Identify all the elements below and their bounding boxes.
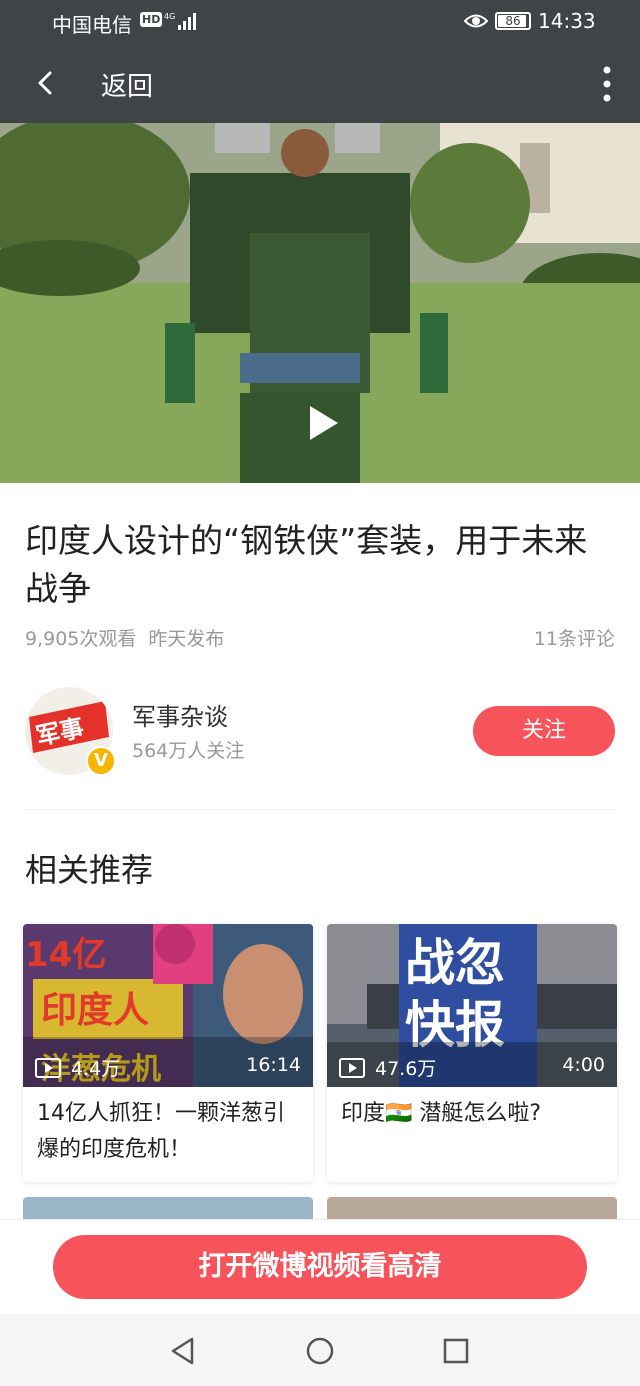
views-indicator: 47.6万	[339, 1054, 436, 1081]
play-icon[interactable]	[302, 403, 342, 443]
related-video-card[interactable]: 战忽 快报 47.6万 4:00 印度🇮🇳 潜艇怎么啦?	[327, 924, 617, 1182]
view-count: 9,905次观看	[25, 628, 137, 650]
back-arrow-icon[interactable]	[30, 66, 62, 100]
related-duration: 16:14	[246, 1054, 301, 1076]
navigation-bar: 返回	[0, 44, 640, 123]
status-bar: 中国电信 HD 4G 86 14:33	[0, 0, 640, 44]
open-app-button[interactable]: 打开微博视频看高清	[53, 1235, 587, 1299]
system-recents-icon[interactable]	[441, 1336, 471, 1366]
more-options-icon[interactable]	[596, 64, 618, 104]
carrier-label: 中国电信	[52, 13, 132, 37]
system-navigation-bar	[0, 1314, 640, 1386]
video-player[interactable]	[0, 123, 640, 483]
svg-text:印度人: 印度人	[41, 990, 149, 1031]
svg-text:4G: 4G	[164, 12, 175, 21]
video-meta: 9,905次观看 昨天发布	[25, 624, 224, 651]
related-views: 4.4万	[71, 1058, 121, 1080]
related-duration: 4:00	[562, 1054, 605, 1076]
battery-icon: 86	[495, 12, 531, 30]
signal-icon: 4G	[164, 12, 196, 30]
comment-count[interactable]: 11条评论	[534, 624, 615, 651]
follow-button[interactable]: 关注	[473, 706, 615, 756]
system-back-icon[interactable]	[168, 1336, 198, 1366]
svg-text:14亿: 14亿	[25, 935, 106, 975]
svg-text:战忽: 战忽	[405, 934, 505, 992]
battery-level: 86	[505, 14, 521, 28]
video-views-icon	[339, 1057, 365, 1078]
related-title: 14亿人抓狂！一颗洋葱引爆的印度危机！	[37, 1101, 285, 1162]
video-title: 印度人设计的“钢铁侠”套装，用于未来战争	[25, 521, 588, 608]
back-button[interactable]: 返回	[101, 66, 153, 103]
video-views-icon	[35, 1057, 61, 1078]
system-home-icon[interactable]	[305, 1336, 335, 1366]
eye-icon	[464, 14, 488, 28]
divider	[25, 809, 615, 810]
related-heading: 相关推荐	[25, 851, 154, 889]
views-indicator: 4.4万	[35, 1054, 120, 1081]
author-followers: 564万人关注	[132, 740, 245, 762]
related-views: 47.6万	[375, 1058, 437, 1080]
related-video-card[interactable]: 14亿 印度人 洋葱危机 4.4万 16:14 14亿人抓狂！一颗洋葱引爆的印度…	[23, 924, 313, 1182]
verified-badge-icon: V	[86, 746, 116, 776]
clock: 14:33	[538, 9, 596, 33]
publish-time: 昨天发布	[148, 628, 225, 650]
hd-badge: HD	[140, 12, 163, 27]
author-name[interactable]: 军事杂谈	[132, 697, 228, 732]
related-title: 印度🇮🇳 潜艇怎么啦?	[341, 1101, 542, 1126]
